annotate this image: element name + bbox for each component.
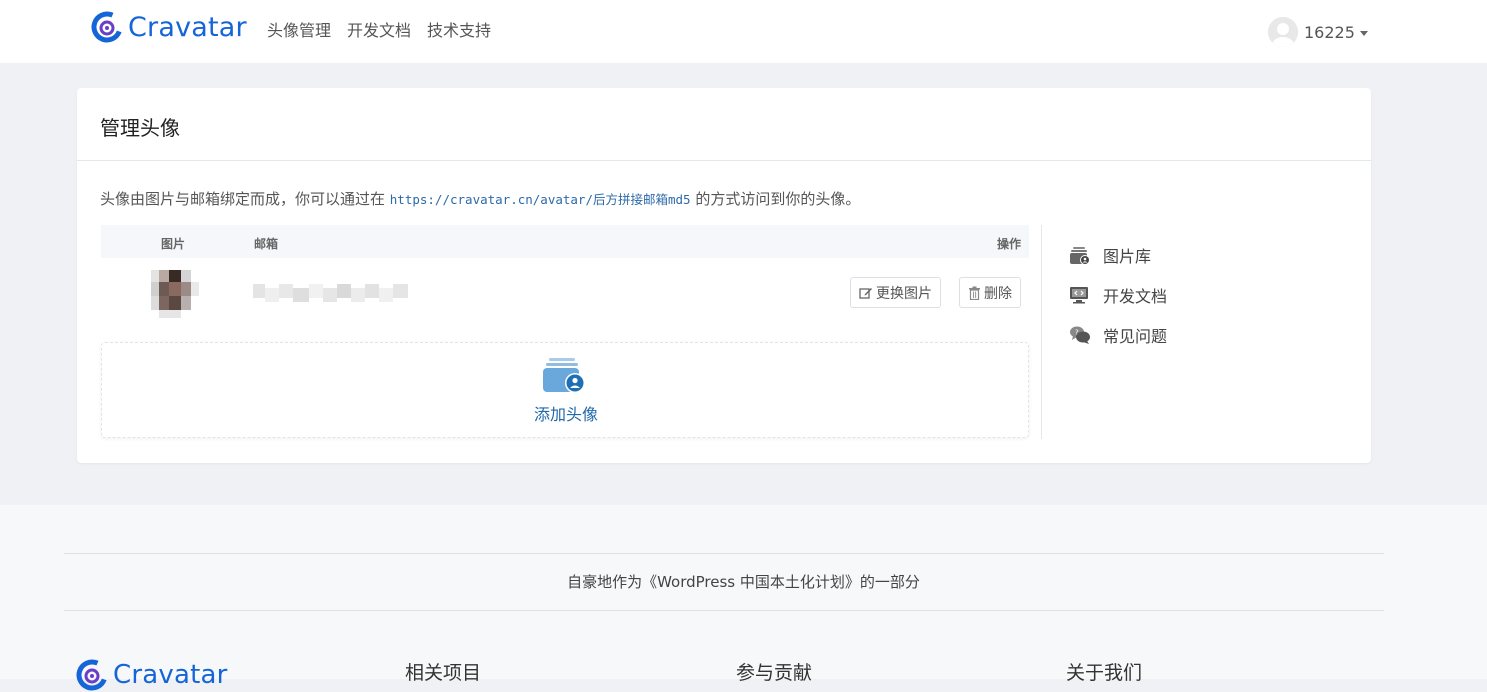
intro-text: 头像由图片与邮箱绑定而成，你可以通过在 https://cravatar.cn/… bbox=[100, 188, 860, 209]
trash-icon bbox=[969, 286, 980, 300]
cravatar-logo-icon bbox=[91, 11, 123, 43]
top-navbar: Cravatar 头像管理 开发文档 技术支持 16225 bbox=[0, 0, 1487, 63]
nav-dev-docs[interactable]: 开发文档 bbox=[347, 17, 411, 41]
nav-tech-support[interactable]: 技术支持 bbox=[427, 17, 491, 41]
monitor-icon bbox=[1070, 287, 1088, 304]
card-divider bbox=[77, 160, 1371, 161]
footer-col-contribute: 参与贡献 bbox=[736, 662, 813, 684]
faq-chat-icon: ? bbox=[1070, 326, 1090, 344]
sidebar-item-faq[interactable]: ? 常见问题 bbox=[1069, 315, 1167, 355]
row-avatar-image bbox=[145, 268, 205, 320]
vertical-divider bbox=[1041, 225, 1042, 439]
delete-button[interactable]: 删除 bbox=[959, 277, 1021, 308]
footer-brand-name: Cravatar bbox=[113, 660, 228, 690]
avatar bbox=[1268, 17, 1298, 47]
user-name: 16225 bbox=[1304, 22, 1355, 42]
column-header-email: 邮箱 bbox=[254, 237, 279, 251]
delete-label: 删除 bbox=[984, 285, 1012, 302]
brand-name: Cravatar bbox=[128, 11, 247, 43]
footer-tagline: 自豪地作为《WordPress 中国本土化计划》的一部分 bbox=[567, 573, 920, 591]
table-row: 更换图片 删除 bbox=[101, 258, 1029, 328]
sidebar-item-label: 图片库 bbox=[1103, 247, 1152, 266]
add-avatar-icon bbox=[543, 358, 585, 393]
table-header: 图片 邮箱 操作 bbox=[101, 225, 1029, 258]
footer-divider-top bbox=[64, 553, 1384, 554]
sidebar: 图片库 开发文档 ? 常见问题 bbox=[1069, 235, 1167, 355]
edit-icon bbox=[859, 287, 872, 299]
sidebar-item-label: 开发文档 bbox=[1103, 287, 1168, 306]
intro-suffix: 的方式访问到你的头像。 bbox=[690, 190, 861, 208]
sidebar-item-label: 常见问题 bbox=[1103, 327, 1168, 346]
page-title: 管理头像 bbox=[100, 116, 180, 140]
sidebar-item-image-library[interactable]: 图片库 bbox=[1069, 235, 1167, 275]
column-header-ops: 操作 bbox=[996, 237, 1021, 251]
brand-logo[interactable]: Cravatar bbox=[90, 10, 247, 44]
change-image-button[interactable]: 更换图片 bbox=[850, 277, 941, 308]
sidebar-item-dev-docs[interactable]: 开发文档 bbox=[1069, 275, 1167, 315]
user-menu[interactable]: 16225 bbox=[1268, 17, 1368, 47]
footer: 自豪地作为《WordPress 中国本土化计划》的一部分 Cravatar 相关… bbox=[0, 505, 1487, 691]
image-library-icon bbox=[1070, 247, 1090, 265]
chevron-down-icon bbox=[1359, 30, 1368, 36]
add-avatar-button[interactable]: 添加头像 bbox=[101, 342, 1029, 438]
add-avatar-label: 添加头像 bbox=[533, 405, 598, 424]
footer-col-related: 相关项目 bbox=[405, 662, 482, 684]
manage-avatar-card: 管理头像 头像由图片与邮箱绑定而成，你可以通过在 https://cravata… bbox=[77, 88, 1371, 463]
cravatar-logo-icon bbox=[76, 659, 108, 691]
nav-avatar-manage[interactable]: 头像管理 bbox=[267, 17, 331, 41]
footer-brand[interactable]: Cravatar bbox=[75, 658, 228, 692]
footer-col-about: 关于我们 bbox=[1066, 662, 1143, 684]
footer-divider-bottom bbox=[64, 610, 1384, 611]
intro-prefix: 头像由图片与邮箱绑定而成，你可以通过在 bbox=[100, 190, 390, 208]
row-email-value bbox=[253, 284, 408, 306]
avatar-url-pattern: https://cravatar.cn/avatar/后方拼接邮箱md5 bbox=[389, 192, 691, 207]
svg-text:?: ? bbox=[1075, 329, 1079, 337]
column-header-image: 图片 bbox=[161, 237, 186, 251]
user-placeholder-icon bbox=[1268, 17, 1298, 47]
change-image-label: 更换图片 bbox=[876, 285, 932, 302]
main-nav: 头像管理 开发文档 技术支持 bbox=[267, 17, 491, 41]
